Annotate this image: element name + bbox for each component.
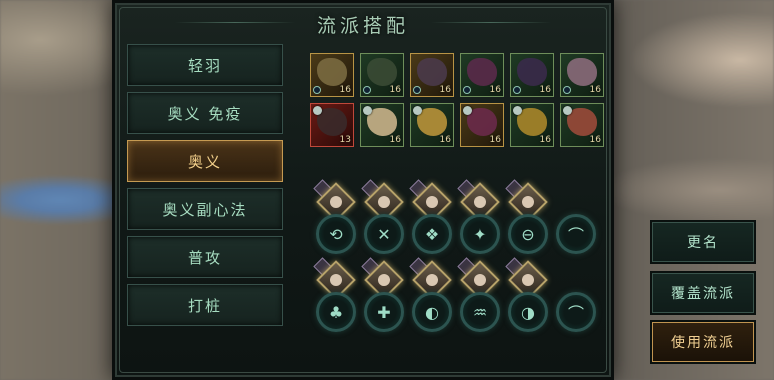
skill-slot[interactable]: ✚: [364, 292, 404, 332]
item-level: 16: [439, 85, 451, 95]
check-icon: [413, 106, 422, 115]
skill-icon: ♣: [328, 302, 344, 322]
skill-icon: ⌒: [567, 226, 584, 245]
skill-icon: ◑: [521, 302, 535, 322]
equip-slot[interactable]: 13: [310, 103, 354, 147]
check-icon: [513, 106, 522, 115]
equip-slot[interactable]: 16: [460, 103, 504, 147]
equip-slot[interactable]: 16: [460, 53, 504, 97]
item-level: 16: [389, 135, 401, 145]
tab-qingyu[interactable]: 轻羽: [127, 44, 283, 86]
grade-dot: [563, 86, 571, 94]
tab-aoyi-fuxinfa[interactable]: 奥义副心法: [127, 188, 283, 230]
skill-slot[interactable]: ◐: [412, 292, 452, 332]
item-level: 16: [489, 85, 501, 95]
skill-icon: ◐: [425, 302, 439, 322]
skill-slot[interactable]: ◑: [508, 292, 548, 332]
equip-slot[interactable]: 16: [560, 53, 604, 97]
skill-slot[interactable]: ♣: [316, 292, 356, 332]
item-level: 16: [589, 85, 601, 95]
tab-dazhuang[interactable]: 打桩: [127, 284, 283, 326]
equip-slot[interactable]: 16: [310, 53, 354, 97]
skill-icon: ⌒: [567, 304, 584, 323]
orb-icon: [567, 58, 597, 86]
skill-icon: ⊖: [521, 224, 535, 244]
tab-aoyi-mianyi[interactable]: 奥义 免疫: [127, 92, 283, 134]
item-level: 13: [339, 135, 351, 145]
equip-slot[interactable]: 16: [510, 53, 554, 97]
tab-aoyi[interactable]: 奥义: [127, 140, 283, 182]
skill-icon: ✕: [377, 224, 391, 244]
item-level: 16: [589, 135, 601, 145]
skill-slot[interactable]: ♒: [460, 292, 500, 332]
skill-slot[interactable]: ✦: [460, 214, 500, 254]
armor-icon: [367, 58, 397, 86]
wing-icon: [517, 58, 547, 86]
item-level: 16: [339, 85, 351, 95]
helm-icon: [417, 58, 447, 86]
build-tabs: 轻羽 奥义 免疫 奥义 奥义副心法 普攻 打桩: [127, 44, 283, 332]
check-icon: [563, 106, 572, 115]
equip-slot[interactable]: 16: [410, 53, 454, 97]
panel-title: 流派搭配: [316, 15, 409, 37]
skill-icon: ✦: [473, 224, 487, 244]
skill-slot[interactable]: ⟲: [316, 214, 356, 254]
skill-slot[interactable]: ⌒: [556, 292, 596, 332]
rename-button[interactable]: 更名: [652, 222, 754, 262]
skill-icon: ⟲: [329, 224, 343, 244]
item-level: 16: [539, 85, 551, 95]
skill-icon: ♒: [472, 302, 488, 322]
check-icon: [313, 106, 322, 115]
skill-slot[interactable]: ⌒: [556, 214, 596, 254]
item-level: 16: [389, 85, 401, 95]
item-level: 16: [539, 135, 551, 145]
skill-icon: ❖: [424, 224, 440, 244]
skill-slot[interactable]: ❖: [412, 214, 452, 254]
equip-slot[interactable]: 16: [510, 103, 554, 147]
grade-dot: [463, 86, 471, 94]
overwrite-build-button[interactable]: 覆盖流派: [652, 273, 754, 313]
equip-slot[interactable]: 16: [560, 103, 604, 147]
equip-slot[interactable]: 16: [360, 103, 404, 147]
skill-slot[interactable]: ✕: [364, 214, 404, 254]
check-icon: [463, 106, 472, 115]
equip-slot[interactable]: 16: [410, 103, 454, 147]
grade-dot: [313, 86, 321, 94]
blade-icon: [317, 58, 347, 86]
skill-slot[interactable]: ⊖: [508, 214, 548, 254]
item-level: 16: [489, 135, 501, 145]
grade-dot: [413, 86, 421, 94]
use-build-button[interactable]: 使用流派: [652, 322, 754, 362]
item-level: 16: [439, 135, 451, 145]
check-icon: [363, 106, 372, 115]
gauntlet-icon: [467, 58, 497, 86]
skill-icon: ✚: [377, 302, 391, 322]
equip-slot[interactable]: 16: [360, 53, 404, 97]
grade-dot: [513, 86, 521, 94]
tab-pugong[interactable]: 普攻: [127, 236, 283, 278]
grade-dot: [363, 86, 371, 94]
